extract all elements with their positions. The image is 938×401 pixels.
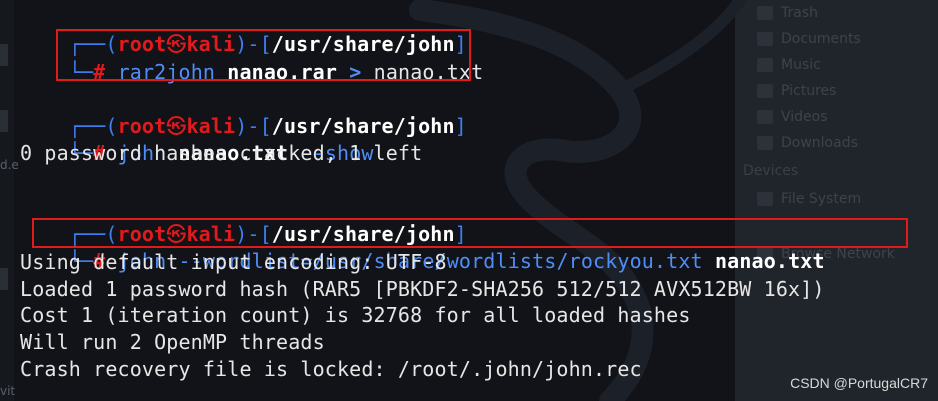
output-line: Crash recovery file is locked: /root/.jo… (20, 357, 642, 381)
prompt-frame: ] (454, 114, 467, 138)
left-window-block (0, 268, 8, 290)
terminal-window[interactable]: ┌──(root㉿kali)-[/usr/share/john] └─# rar… (14, 0, 934, 401)
output-line: Will run 2 OpenMP threads (20, 330, 325, 354)
command-arg: nanao.txt (714, 249, 825, 273)
highlight-box-1 (56, 29, 471, 81)
output-line: 0 password hashes cracked, 1 left (20, 141, 423, 165)
output-line: Loaded 1 password hash (RAR5 [PBKDF2-SHA… (20, 277, 825, 301)
command-line-2[interactable]: └─# john nanao.txt --show (20, 113, 374, 165)
left-window-block (0, 110, 8, 132)
left-window-block (0, 44, 8, 66)
prompt-line-1: ┌──(root㉿kali)-[/usr/share/john] (20, 4, 467, 56)
highlight-box-2 (32, 218, 908, 248)
left-window-label: vit (0, 384, 16, 398)
prompt-line-2: ┌──(root㉿kali)-[/usr/share/john] (20, 86, 467, 138)
prompt-line-3: ┌──(root㉿kali)-[/usr/share/john] (20, 194, 467, 246)
background-left-window: d.e vit (0, 0, 19, 401)
output-line: Cost 1 (iteration count) is 32768 for al… (20, 303, 691, 327)
csdn-watermark: CSDN @PortugalCR7 (790, 375, 928, 391)
output-line: Using default input encoding: UTF-8 (20, 250, 447, 274)
